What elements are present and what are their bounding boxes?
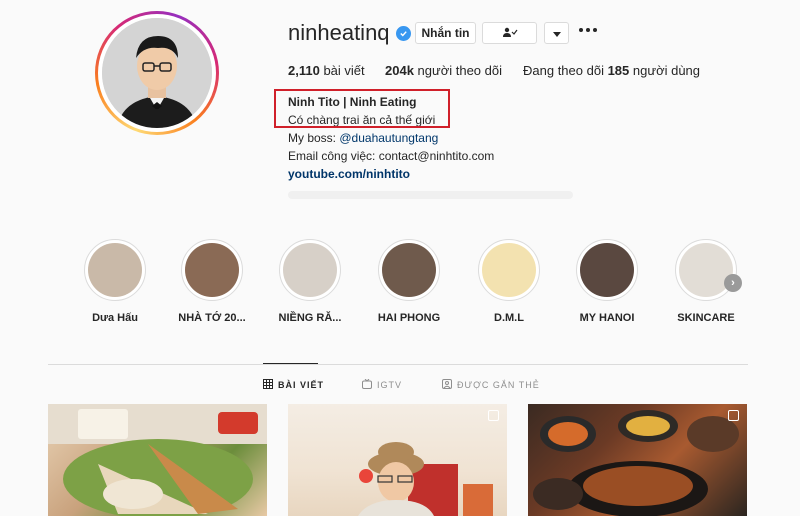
story-highlight[interactable]: D.M.L [469, 239, 549, 324]
story-highlight-label: NIỀNG RĂ... [278, 312, 342, 324]
story-highlight-cover [679, 243, 733, 297]
tab-posts[interactable]: BÀI VIẾT [263, 379, 324, 391]
post-image [48, 404, 267, 516]
multiple-posts-icon [728, 410, 739, 421]
story-highlight-label: HAI PHONG [377, 312, 441, 324]
tabs-divider [48, 364, 748, 365]
story-highlight[interactable]: Dưa Hấu [75, 239, 155, 324]
followers-stat[interactable]: 204k người theo dõi [385, 63, 502, 78]
story-highlight-ring [478, 239, 540, 301]
tab-tagged[interactable]: ĐƯỢC GẮN THẺ [442, 379, 540, 391]
avatar [102, 18, 212, 128]
suggestions-dropdown-button[interactable] [544, 22, 569, 44]
post-image [358, 442, 493, 516]
verified-badge-icon [395, 25, 411, 41]
story-highlight-cover [88, 243, 142, 297]
avatar-photo [102, 18, 212, 128]
story-highlight-ring [181, 239, 243, 301]
story-highlight-cover [482, 243, 536, 297]
profile-avatar[interactable] [95, 11, 219, 135]
story-highlight-ring [378, 239, 440, 301]
bio-email: Email công việc: contact@ninhtito.com [288, 149, 495, 163]
posts-stat: 2,110 bài viết [288, 63, 365, 78]
annotation-highlight-box [274, 89, 450, 128]
more-options-icon[interactable] [579, 28, 597, 32]
grid-icon [263, 379, 273, 391]
story-highlight-ring [675, 239, 737, 301]
multiple-posts-icon [488, 410, 499, 421]
story-highlight-label: D.M.L [494, 312, 524, 324]
igtv-icon [362, 378, 372, 391]
boss-mention-link[interactable]: @duahautungtang [339, 131, 438, 145]
story-highlight-cover [580, 243, 634, 297]
story-highlight-label: MY HANOI [579, 312, 635, 324]
active-tab-indicator [263, 363, 318, 364]
story-highlight[interactable]: NHÀ TỚ 20... [172, 239, 252, 324]
post-thumbnail[interactable] [48, 404, 267, 516]
story-highlight-cover [382, 243, 436, 297]
story-highlight-label: Dưa Hấu [92, 312, 138, 324]
user-check-icon [502, 26, 518, 40]
story-highlight[interactable]: HAI PHONG [369, 239, 449, 324]
story-highlight[interactable]: MY HANOI [567, 239, 647, 324]
story-highlight-ring [576, 239, 638, 301]
username-text: ninheatinq [288, 20, 390, 45]
chevron-right-icon[interactable]: › [724, 274, 742, 292]
story-highlight[interactable]: NIỀNG RĂ... [270, 239, 350, 324]
message-button[interactable]: Nhắn tin [415, 22, 476, 44]
story-highlight-cover [185, 243, 239, 297]
following-button[interactable] [482, 22, 537, 44]
tag-icon [442, 379, 452, 391]
tab-igtv[interactable]: IGTV [362, 378, 402, 391]
story-highlight-label: NHÀ TỚ 20... [178, 312, 246, 324]
story-highlight-ring [279, 239, 341, 301]
post-thumbnail[interactable] [288, 404, 507, 516]
post-image [533, 410, 739, 516]
chevron-down-icon [552, 26, 561, 40]
following-stat[interactable]: Đang theo dõi 185 người dùng [523, 63, 700, 78]
website-link[interactable]: youtube.com/ninhtito [288, 167, 410, 181]
blurred-content [288, 191, 573, 199]
story-highlight-label: SKINCARE [677, 312, 735, 324]
story-highlight-ring [84, 239, 146, 301]
story-highlight-cover [283, 243, 337, 297]
bio-boss-line: My boss: @duahautungtang [288, 131, 439, 145]
post-thumbnail[interactable] [528, 404, 747, 516]
profile-username: ninheatinq [288, 20, 411, 46]
